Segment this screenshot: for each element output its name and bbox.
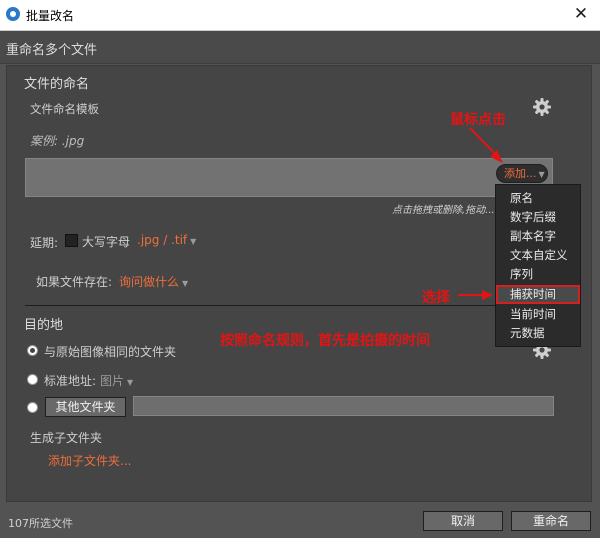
rename-button[interactable]: 重命名 [511, 511, 591, 531]
window-title: 批量改名 [26, 9, 75, 23]
app-icon [6, 7, 20, 21]
template-label: 文件命名模板 [30, 102, 99, 116]
standard-location-label: 标准地址: [44, 374, 97, 388]
dropdown-arrow-icon: ▼ [538, 170, 545, 179]
extension-label: 延期: [30, 236, 59, 250]
dropdown-arrow-icon: ▼ [182, 279, 189, 288]
annotation-select: 选择 [422, 290, 450, 306]
subfolder-label: 生成子文件夹 [30, 431, 103, 445]
header-title: 重命名多个文件 [6, 43, 98, 58]
add-subfolder-link[interactable]: 添加子文件夹... [48, 452, 131, 469]
extension-value: .jpg / .tif [137, 233, 188, 247]
menu-item-custom-text[interactable]: 文本自定义 [496, 246, 580, 265]
gear-icon[interactable] [532, 97, 552, 117]
if-exists-label: 如果文件存在: [36, 275, 113, 289]
add-token-menu: 原名 数字后缀 副本名字 文本自定义 序列 捕获时间 当前时间 元数据 [495, 184, 581, 347]
annotation-click: 鼠标点击 [450, 112, 506, 128]
cancel-button[interactable]: 取消 [423, 511, 503, 531]
menu-item-sequence[interactable]: 序列 [496, 265, 580, 284]
naming-template-field[interactable] [25, 158, 553, 197]
menu-item-capture-time[interactable]: 捕获时间 [496, 285, 580, 304]
dropdown-arrow-icon: ▼ [127, 378, 134, 387]
menu-item-copy-name[interactable]: 副本名字 [496, 227, 580, 246]
section-divider [25, 305, 553, 306]
close-icon[interactable]: ✕ [570, 3, 592, 25]
radio-other-folder[interactable] [27, 402, 38, 413]
menu-item-current-time[interactable]: 当前时间 [496, 305, 580, 324]
radio-standard-location[interactable] [27, 374, 38, 385]
naming-section-title: 文件的命名 [24, 77, 90, 92]
radio-same-folder[interactable] [27, 345, 38, 356]
destination-section-title: 目的地 [24, 318, 64, 333]
selected-count: 107所选文件 [8, 517, 73, 530]
dropdown-arrow-icon: ▼ [190, 237, 197, 246]
add-token-button[interactable]: 添加... ▼ [496, 164, 548, 183]
extension-dropdown[interactable]: .jpg / .tif ▼ [137, 233, 196, 247]
header-band: 重命名多个文件 [0, 31, 600, 64]
menu-item-number-suffix[interactable]: 数字后缀 [496, 208, 580, 227]
annotation-rule: 按照命名规则，首先是拍摄的时间 [220, 333, 430, 349]
folder-path-input[interactable] [133, 396, 554, 416]
standard-location-value: 图片 [100, 374, 125, 388]
other-folder-button[interactable]: 其他文件夹 [45, 397, 126, 417]
template-hint: 点击拖拽或删除,拖动... [392, 205, 495, 216]
menu-item-metadata[interactable]: 元数据 [496, 324, 580, 343]
standard-location-dropdown[interactable]: 图片 ▼ [100, 372, 133, 389]
title-bar: 批量改名 ✕ [0, 0, 600, 31]
uppercase-checkbox[interactable] [65, 234, 78, 247]
add-token-label: 添加... [504, 167, 537, 180]
sample-text: 案例: .jpg [30, 134, 85, 148]
same-folder-label: 与原始图像相同的文件夹 [44, 345, 177, 359]
if-exists-dropdown[interactable]: 询问做什么 ▼ [119, 273, 188, 290]
uppercase-label: 大写字母 [82, 235, 131, 249]
if-exists-value: 询问做什么 [119, 275, 180, 289]
menu-item-original-name[interactable]: 原名 [496, 189, 580, 208]
